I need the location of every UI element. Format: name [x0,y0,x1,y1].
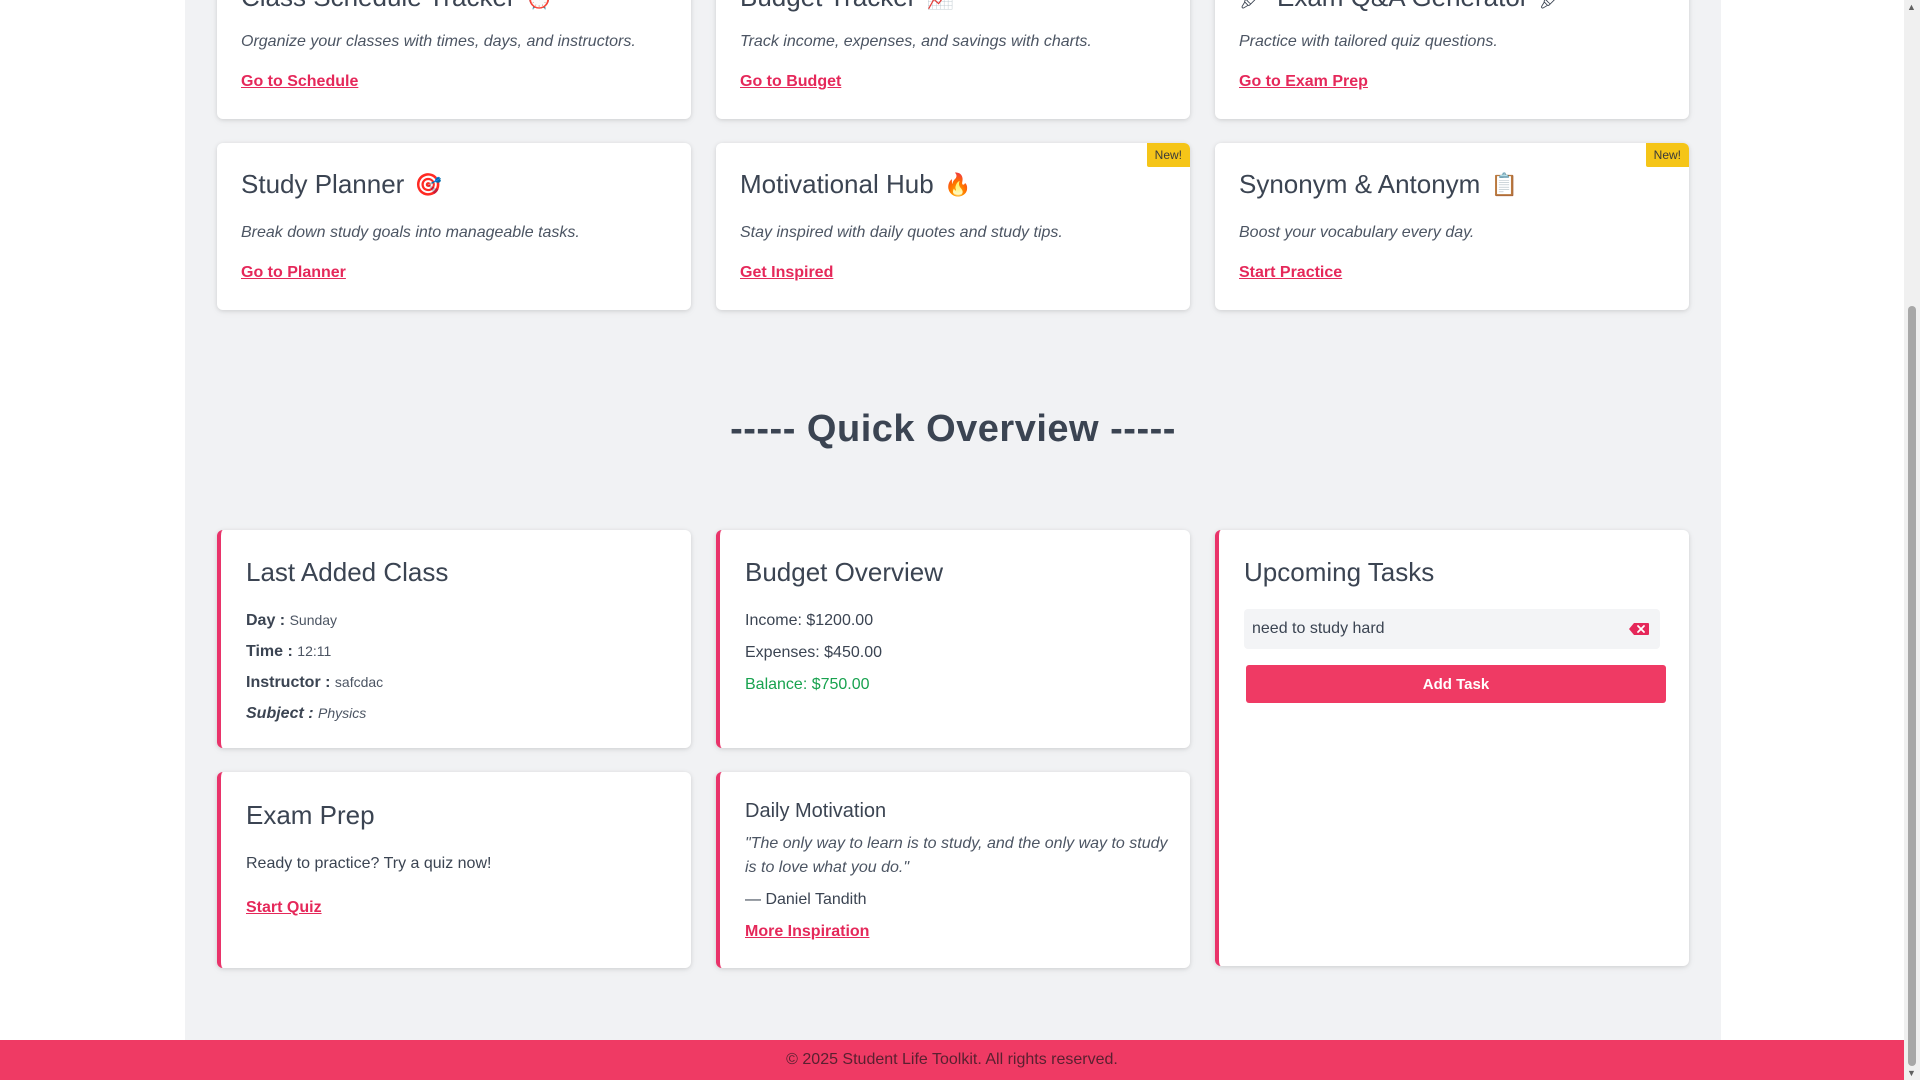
card-description: Break down study goals into manageable t… [241,224,580,241]
card-heading: Last Added Class [246,557,449,587]
task-input[interactable] [1244,609,1660,649]
vertical-scrollbar[interactable]: ▲ ▼ [1904,0,1920,1080]
delete-icon[interactable] [1628,622,1650,636]
last-added-class-card: Last Added Class Day : Sunday Time : 12:… [217,530,691,748]
tool-card-motivational-hub: New! Motivational Hub 🔥 Stay inspired wi… [716,143,1190,310]
card-title: Exam Q&A Generator [1277,0,1528,13]
expenses-value: Expenses: $450.00 [745,644,882,661]
tool-card-study-planner: Study Planner 🎯 Break down study goals i… [217,143,691,310]
balance-value: Balance: $750.00 [745,676,870,693]
card-heading: Budget Overview [745,557,943,587]
class-instructor: Instructor : safcdac [246,674,384,691]
budget-overview-card: Budget Overview Income: $1200.00 Expense… [716,530,1190,748]
card-title: Study Planner [241,169,405,199]
card-heading: Daily Motivation [745,800,887,822]
card-description: Practice with tailored quiz questions. [1239,33,1498,50]
footer-copyright: © 2025 Student Life Toolkit. All rights … [786,1051,1118,1068]
chart-icon: 📈 [926,0,954,12]
card-heading: Exam Prep [246,800,375,830]
exam-prep-card: Exam Prep Ready to practice? Try a quiz … [217,772,691,968]
target-icon: 🎯 [414,171,443,197]
card-title: Synonym & Antonym [1239,169,1481,199]
card-description: Stay inspired with daily quotes and stud… [740,224,1063,241]
pen-icon: 🖍 [1239,0,1267,12]
tool-card-schedule: Class Schedule Tracker ⏰ Organize your c… [217,0,691,119]
quote-line-1: "The only way to learn is to study, and … [745,835,1168,852]
pen-icon: 🖍 [1538,0,1566,12]
card-description: Track income, expenses, and savings with… [740,33,1092,50]
new-badge: New! [1645,143,1689,167]
tool-card-budget: Budget Tracker 📈 Track income, expenses,… [716,0,1190,119]
daily-motivation-card: Daily Motivation "The only way to learn … [716,772,1190,968]
get-inspired-link[interactable]: Get Inspired [740,264,833,282]
quick-overview-title: ----- Quick Overview ----- [730,408,1176,450]
card-description: Organize your classes with times, days, … [241,33,636,50]
class-subject: Subject : Physics [246,705,367,722]
more-inspiration-link[interactable]: More Inspiration [745,923,869,941]
quote-author: — Daniel Tandith [745,891,867,908]
add-task-button[interactable]: Add Task [1246,665,1666,703]
go-to-schedule-link[interactable]: Go to Schedule [241,73,358,91]
upcoming-tasks-card: Upcoming Tasks Add Task [1215,530,1689,966]
tool-card-exam-generator: 🖍 Exam Q&A Generator 🖍 Practice with tai… [1215,0,1689,119]
scroll-up-icon[interactable]: ▲ [1907,2,1916,12]
go-to-exam-prep-link[interactable]: Go to Exam Prep [1239,73,1368,91]
scrollbar-thumb[interactable] [1908,306,1916,1066]
go-to-budget-link[interactable]: Go to Budget [740,73,841,91]
alarm-clock-icon: ⏰ [526,0,554,12]
class-time: Time : 12:11 [246,643,332,660]
fire-icon: 🔥 [943,171,972,197]
clipboard-icon: 📋 [1490,171,1519,197]
card-heading: Upcoming Tasks [1244,557,1435,587]
card-title: Motivational Hub [740,169,934,199]
scroll-down-icon[interactable]: ▼ [1907,1068,1916,1078]
start-quiz-link[interactable]: Start Quiz [246,899,322,917]
tool-card-synonym-antonym: New! Synonym & Antonym 📋 Boost your voca… [1215,143,1689,310]
go-to-planner-link[interactable]: Go to Planner [241,264,346,282]
class-day: Day : Sunday [246,612,338,629]
card-title: Budget Tracker [740,0,916,13]
new-badge: New! [1146,143,1190,167]
card-title: Class Schedule Tracker [241,0,516,13]
card-description: Boost your vocabulary every day. [1239,224,1475,241]
quote-line-2: is to love what you do." [745,859,909,876]
footer: © 2025 Student Life Toolkit. All rights … [0,1040,1904,1080]
exam-prep-text: Ready to practice? Try a quiz now! [246,855,492,872]
start-practice-link[interactable]: Start Practice [1239,264,1342,282]
income-value: Income: $1200.00 [745,612,874,629]
